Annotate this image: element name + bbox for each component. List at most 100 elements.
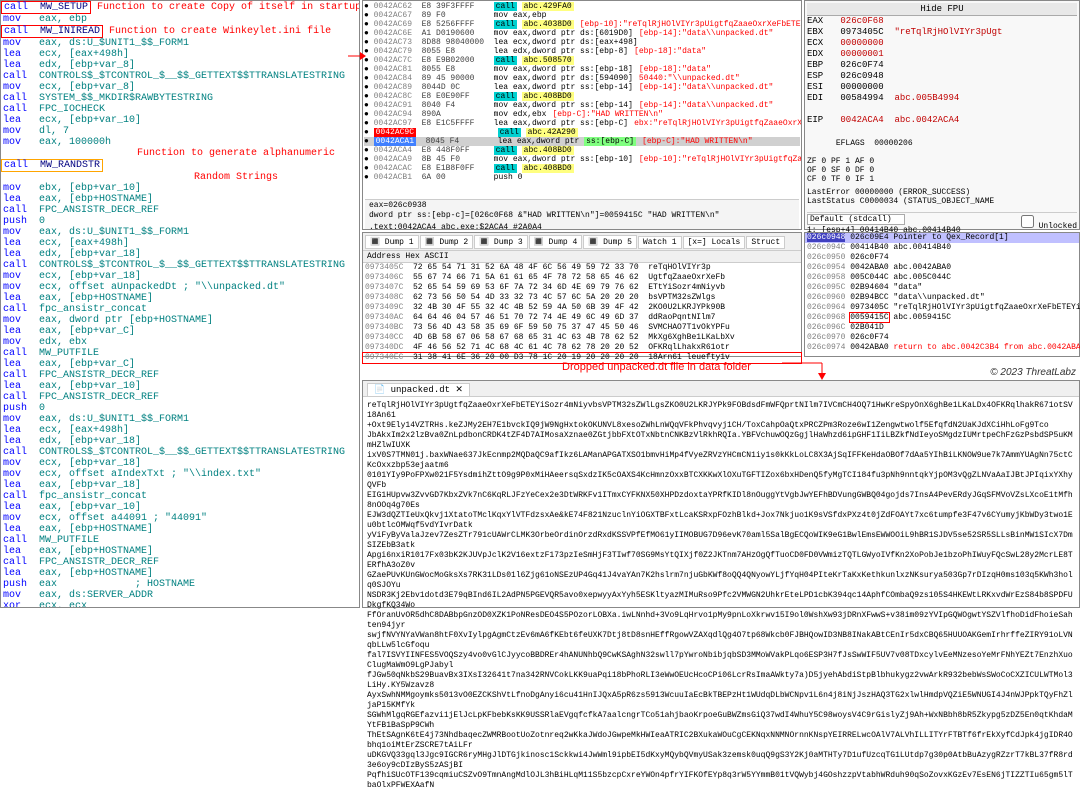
hex-row[interactable]: 097340DC 4F 46 56 52 71 4C 68 4C 61 4C 7… (363, 343, 801, 353)
hex-row[interactable]: 0973409C 32 4B 30 4F 55 32 4C 4B 52 59 4… (363, 303, 801, 313)
stack-row[interactable]: 026c0958 005C044C abc.005C044C (805, 273, 1079, 283)
disasm-line[interactable]: leaedx, [ebp+var_18] (1, 249, 359, 260)
hex-row[interactable]: 0973406C 55 67 74 66 71 5A 61 61 65 4F 7… (363, 273, 801, 283)
register-row[interactable]: EBX 0973405C "reTqlRjHOlVIYr3pUgt (807, 27, 1077, 38)
hex-row[interactable]: 097340AC 64 64 46 04 57 46 51 70 72 74 4… (363, 313, 801, 323)
register-row[interactable]: EIP 0042ACA4 abc.0042ACA4 (807, 115, 1077, 126)
stack-row[interactable]: 026c0960 02B94BCC "data\\unpacked.dt" (805, 293, 1079, 303)
register-row[interactable]: ECX 00000000 (807, 38, 1077, 49)
stack-row[interactable]: 026c0970 026c0F74 (805, 333, 1079, 343)
disasm-line[interactable]: callMW_RANDSTR (1, 159, 359, 172)
disasm-line[interactable]: leaecx, [ebp+var_10] (1, 115, 359, 126)
stack-row[interactable]: 026c094C 00414B40 abc.00414B40 (805, 243, 1079, 253)
disasm-line[interactable]: callMW_PUTFILE (1, 348, 359, 359)
stack-row[interactable]: 026c0954 0042ABA0 abc.0042ABA0 (805, 263, 1079, 273)
register-row[interactable]: ESI 00000000 (807, 82, 1077, 93)
disasm-line[interactable]: callFPC_ANSISTR_DECR_REF (1, 370, 359, 381)
dbg-line[interactable]: ● 0042AC8C E8 E0E90FF call abc.408BD0 (364, 92, 800, 101)
disasm-line[interactable]: callFPC_ANSISTR_DECR_REF (1, 392, 359, 403)
register-row[interactable] (807, 104, 1077, 115)
disasm-line[interactable]: leaeax, [ebp+HOSTNAME] (1, 568, 359, 579)
stack-row[interactable]: 026c0964 0973405C "reTqlRjHOlVIYr3pUigtf… (805, 303, 1079, 313)
disasm-line[interactable]: movdl, 7 (1, 126, 359, 137)
stack-panel[interactable]: 026c0948 026c09E4 Pointer to Qex_Record[… (804, 232, 1080, 357)
disasm-line[interactable]: movecx, [ebp+var_18] (1, 458, 359, 469)
notepad-window[interactable]: 📄 unpacked.dt ✕ reTqlRjHOlVIYr3pUgtfqZaa… (362, 380, 1080, 608)
register-row[interactable]: EBP 026c0F74 (807, 60, 1077, 71)
register-row[interactable]: EAX 026c0F68 (807, 16, 1077, 27)
stack-row[interactable]: 026c0948 026c09E4 Pointer to Qex_Record[… (805, 233, 1079, 243)
dump-tab[interactable]: [x=] Locals (683, 236, 746, 249)
disasm-line[interactable]: movebx, [ebp+var_10] (1, 183, 359, 194)
disasm-line[interactable]: moveax, dword ptr [ebp+HOSTNAME] (1, 315, 359, 326)
dbg-line[interactable]: ● 0042AC91 8040 F4 mov eax,dword ptr ss:… (364, 101, 800, 110)
dbg-line[interactable]: ● 0042AC79 8055 E8 lea edx,dword ptr ss:… (364, 47, 800, 56)
stack-row[interactable]: 026c0968 0059415C abc.0059415C (805, 313, 1079, 323)
stack-row[interactable]: 026c0950 026c0F74 (805, 253, 1079, 263)
disasm-line[interactable]: leaedx, [ebp+var_18] (1, 436, 359, 447)
disasm-line[interactable]: leaeax, [ebp+var_18] (1, 480, 359, 491)
dbg-line[interactable]: ● 0042ACA4 E8 448F0FF call abc.408BD0 (364, 146, 800, 155)
registers-panel[interactable]: Hide FPU EAX 026c0F68 EBX 0973405C "reTq… (804, 0, 1080, 230)
disasm-line[interactable]: moveax, ebp (1, 14, 359, 25)
disasm-line[interactable]: callSYSTEM_$$_MKDIR$RAWBYTESTRING (1, 93, 359, 104)
dbg-line[interactable]: ● 0042AC69 E8 5256FFFF call abc.4038D0[e… (364, 20, 800, 29)
disasm-line[interactable]: callFPC_IOCHECK (1, 104, 359, 115)
disasm-line[interactable]: leaedx, [ebp+var_8] (1, 60, 359, 71)
disasm-line[interactable]: leaeax, [ebp+HOSTNAME] (1, 194, 359, 205)
disasm-line[interactable]: moveax, ds:SERVER_ADDR (1, 590, 359, 601)
register-row[interactable]: EDI 00584994 abc.005B4994 (807, 93, 1077, 104)
dbg-line[interactable]: ● 0042ACB1 6A 00 push 0 (364, 173, 800, 182)
disasm-line[interactable]: leaecx, [eax+498h] (1, 238, 359, 249)
hex-row[interactable]: 0973405C 72 65 54 71 31 52 6A 48 4F 6C 5… (363, 263, 801, 273)
disasm-line[interactable]: callFPC_ANSISTR_DECR_REF (1, 205, 359, 216)
dbg-line[interactable]: ● 0042AC9C call abc.42A290 (364, 128, 800, 137)
dbg-line[interactable]: ● 0042AC94 890A mov edx,ebx[ebp-C]:"HAD … (364, 110, 800, 119)
disasm-line[interactable]: leaeax, [ebp+var_C] (1, 359, 359, 370)
disasm-line[interactable]: movecx, offset aIndexTxt ; "\\index.txt" (1, 469, 359, 480)
disasm-line[interactable]: callCONTROLS$_$TCONTROL_$__$$_GETTEXT$$T… (1, 71, 359, 82)
disasm-line[interactable]: movecx, offset aUnpackedDt ; "\\unpacked… (1, 282, 359, 293)
disasm-line[interactable]: leaeax, [ebp+var_C] (1, 326, 359, 337)
disasm-line[interactable]: callfpc_ansistr_concat (1, 491, 359, 502)
disasm-line[interactable]: pusheax ; HOSTNAME (1, 579, 359, 590)
dbg-line[interactable]: ● 0042AC6E A1 D0190600 mov eax,dword ptr… (364, 29, 800, 38)
dump-tab[interactable]: Struct (746, 236, 785, 249)
disasm-line[interactable]: leaecx, [eax+498h] (1, 49, 359, 60)
disasm-line[interactable]: callfpc_ansistr_concat (1, 304, 359, 315)
stack-row[interactable]: 026c096C 02B041D (805, 323, 1079, 333)
dbg-line[interactable]: ● 0042AC81 8055 E8 mov eax,dword ptr ss:… (364, 65, 800, 74)
disasm-line[interactable]: leaeax, [ebp+var_10] (1, 502, 359, 513)
disasm-line[interactable]: movecx, offset a44091 ; "44091" (1, 513, 359, 524)
dbg-line[interactable]: ● 0042AC89 8044D 0C lea eax,dword ptr ss… (364, 83, 800, 92)
ida-disassembly-panel[interactable]: callMW_SETUP Function to create Copy of … (0, 0, 360, 608)
hex-dump-panel[interactable]: 🔳 Dump 1🔳 Dump 2🔳 Dump 3🔳 Dump 4🔳 Dump 5… (362, 232, 802, 357)
disasm-line[interactable]: leaeax, [ebp+var_10] (1, 381, 359, 392)
disasm-line[interactable]: moveax, ds:U_$UNIT1_$$_FORM1 (1, 227, 359, 238)
dbg-line[interactable]: ● 0042ACA9 8B 45 F0 mov eax,dword ptr ss… (364, 155, 800, 164)
disasm-line[interactable]: callCONTROLS$_$TCONTROL_$__$$_GETTEXT$$T… (1, 447, 359, 458)
hex-row[interactable]: 097340BC 73 56 4D 43 58 35 69 6F 59 50 7… (363, 323, 801, 333)
dump-tab[interactable]: 🔳 Dump 4 (529, 235, 583, 249)
dump-tab[interactable]: 🔳 Dump 1 (365, 235, 419, 249)
calling-convention-select[interactable]: Default (stdcall) (807, 214, 905, 225)
disasm-line[interactable]: movecx, [ebp+var_8] (1, 82, 359, 93)
disasm-line[interactable]: push0 (1, 403, 359, 414)
hex-row[interactable]: 097340CC 4D 6B 58 67 06 58 67 68 65 31 4… (363, 333, 801, 343)
hex-row[interactable]: 0973407C 52 65 54 59 69 53 6F 7A 72 34 6… (363, 283, 801, 293)
dbg-line[interactable]: ● 0042AC73 8D88 98040000 lea ecx,dword p… (364, 38, 800, 47)
disasm-line[interactable]: callMW_PUTFILE (1, 535, 359, 546)
stack-row[interactable]: 026c0974 0042ABA0 return to abc.0042C3B4… (805, 343, 1079, 353)
disasm-line[interactable]: movecx, [ebp+var_18] (1, 271, 359, 282)
dbg-line[interactable]: ● 0042AC97 E8 E1C5FFFF lea eax,dword ptr… (364, 119, 800, 128)
disasm-line[interactable]: callFPC_ANSISTR_DECR_REF (1, 557, 359, 568)
disasm-line[interactable]: callMW_INIREAD Function to create Winkey… (1, 25, 359, 38)
unlocked-checkbox[interactable] (1021, 215, 1034, 228)
stack-row[interactable]: 026c095C 02B94604 "data" (805, 283, 1079, 293)
register-row[interactable]: ESP 026c0948 (807, 71, 1077, 82)
disasm-line[interactable]: moveax, 100000h (1, 137, 359, 148)
dump-tab[interactable]: 🔳 Dump 3 (474, 235, 528, 249)
register-row[interactable]: EDX 00000001 (807, 49, 1077, 60)
disasm-line[interactable]: leaeax, [ebp+HOSTNAME] (1, 293, 359, 304)
notepad-tab[interactable]: 📄 unpacked.dt ✕ (367, 383, 470, 396)
